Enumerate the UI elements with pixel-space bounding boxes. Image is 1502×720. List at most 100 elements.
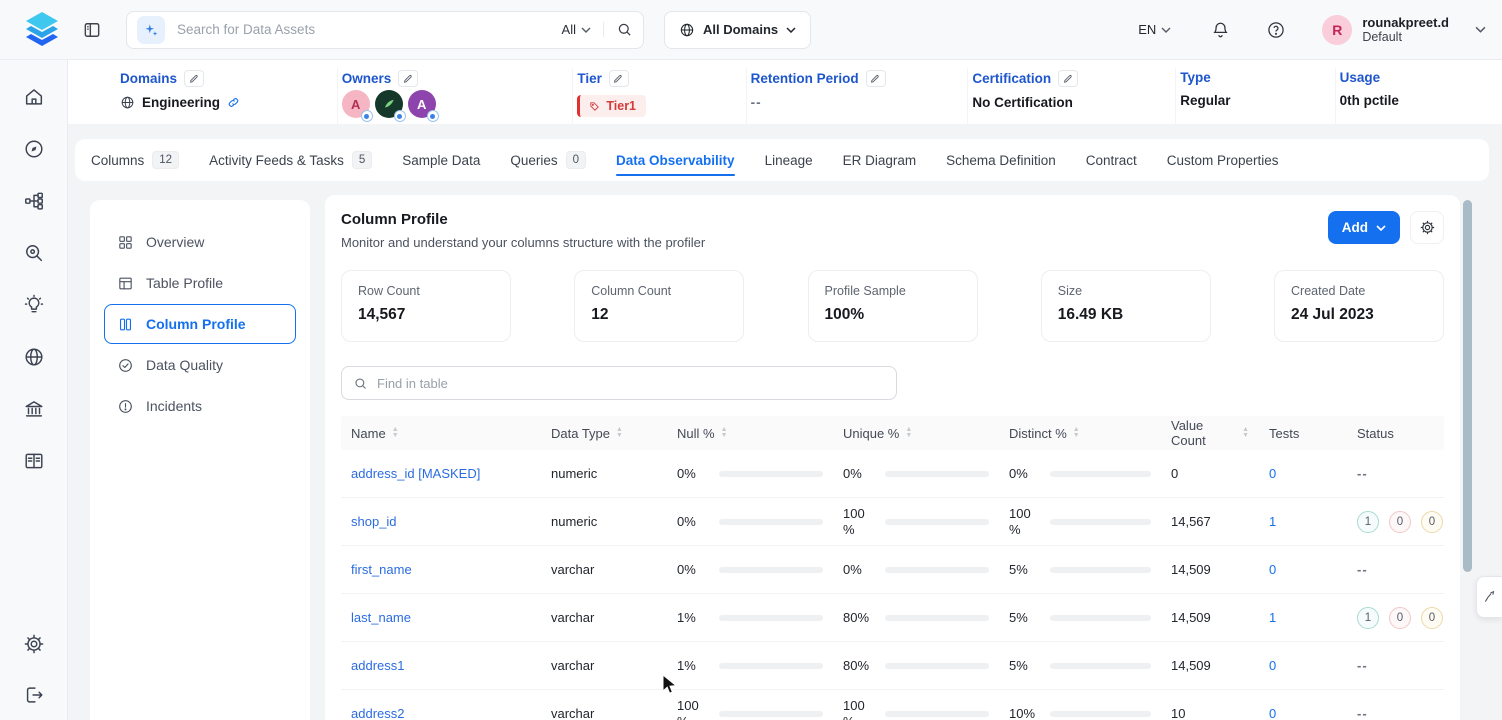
owners-avatars[interactable]: AA (342, 90, 563, 118)
search-scope-dropdown[interactable]: All (562, 22, 604, 37)
column-header-value-count[interactable]: Value Count ▲▼ (1161, 418, 1259, 448)
sort-icon[interactable]: ▲▼ (1242, 427, 1249, 439)
tier-tag[interactable]: Tier1 (577, 95, 646, 117)
entity-field-label[interactable]: Domains (120, 71, 177, 86)
edit-button[interactable] (1058, 70, 1078, 87)
edit-button[interactable] (609, 70, 629, 87)
find-in-table-input[interactable]: Find in table (341, 366, 897, 400)
column-name-link[interactable]: first_name (351, 562, 412, 577)
nav-label: Table Profile (146, 275, 223, 291)
sort-icon[interactable]: ▲▼ (1073, 427, 1080, 439)
status-empty: -- (1357, 706, 1368, 720)
sidebar-item-lineage[interactable] (23, 190, 45, 212)
search-icon[interactable] (616, 21, 633, 38)
edit-button[interactable] (398, 70, 418, 87)
tag-icon (589, 101, 600, 112)
column-name-link[interactable]: address1 (351, 658, 404, 673)
help-icon[interactable] (1266, 20, 1286, 40)
tab-schema-definition[interactable]: Schema Definition (946, 139, 1056, 181)
chevron-down-icon[interactable] (1475, 26, 1486, 33)
tests-count-link[interactable]: 1 (1269, 514, 1276, 529)
owner-avatar[interactable]: A (408, 90, 436, 118)
tests-count-link[interactable]: 0 (1269, 562, 1276, 577)
sidebar-item-home[interactable] (23, 86, 45, 108)
sidebar-toggle-icon[interactable] (82, 20, 102, 40)
column-name-link[interactable]: address2 (351, 706, 404, 720)
value-count-cell: 10 (1161, 700, 1259, 720)
notifications-bell-icon[interactable] (1211, 20, 1230, 40)
search-placeholder[interactable]: Search for Data Assets (177, 22, 562, 37)
column-header-null-[interactable]: Null %▲▼ (667, 426, 833, 441)
add-button[interactable]: Add (1328, 211, 1400, 244)
floating-edit-widget[interactable] (1476, 576, 1502, 618)
tab-contract[interactable]: Contract (1086, 139, 1137, 181)
owner-avatar[interactable] (375, 90, 403, 118)
profiler-nav-overview[interactable]: Overview (104, 222, 296, 262)
tab-columns[interactable]: Columns12 (91, 139, 179, 181)
tab-sample-data[interactable]: Sample Data (402, 139, 480, 181)
column-header-data-type[interactable]: Data Type▲▼ (541, 426, 667, 441)
column-name-link[interactable]: shop_id (351, 514, 397, 529)
sidebar-item-domains[interactable] (23, 346, 45, 368)
column-header-label: Value Count (1171, 418, 1236, 448)
user-menu[interactable]: rounakpreet.d Default (1362, 15, 1449, 45)
edit-button[interactable] (866, 70, 886, 87)
status-cell: -- (1347, 460, 1444, 487)
entity-field-label[interactable]: Retention Period (751, 71, 859, 86)
stat-value: 14,567 (358, 306, 494, 324)
entity-field-label[interactable]: Owners (342, 71, 392, 86)
sidebar-item-logout[interactable] (23, 684, 45, 706)
tests-count-link[interactable]: 0 (1269, 658, 1276, 673)
user-avatar[interactable]: R (1322, 15, 1352, 45)
tab-lineage[interactable]: Lineage (765, 139, 813, 181)
tab-activity-feeds-tasks[interactable]: Activity Feeds & Tasks5 (209, 139, 372, 181)
column-header-name[interactable]: Name▲▼ (341, 426, 541, 441)
column-header-unique-[interactable]: Unique %▲▼ (833, 426, 999, 441)
tab-custom-properties[interactable]: Custom Properties (1167, 139, 1279, 181)
tests-count-link[interactable]: 0 (1269, 706, 1276, 720)
owner-avatar[interactable]: A (342, 90, 370, 118)
entity-field-label[interactable]: Certification (972, 71, 1051, 86)
entity-field-label[interactable]: Type (1180, 70, 1211, 85)
entity-field-label[interactable]: Tier (577, 71, 602, 86)
tab-data-observability[interactable]: Data Observability (616, 139, 735, 181)
percent-value: 1% (677, 658, 711, 674)
tests-count-link[interactable]: 1 (1269, 610, 1276, 625)
entity-field-label[interactable]: Usage (1340, 70, 1381, 85)
sidebar-item-govern[interactable] (23, 398, 45, 420)
profiler-settings-button[interactable] (1410, 211, 1444, 244)
tests-count-link[interactable]: 0 (1269, 466, 1276, 481)
language-selector[interactable]: EN (1138, 22, 1171, 37)
data-type-cell: varchar (541, 700, 667, 720)
sidebar-item-settings[interactable] (23, 633, 45, 655)
vertical-scrollbar[interactable] (1463, 200, 1472, 572)
sidebar-item-insights[interactable] (23, 294, 45, 316)
profiler-nav-table-profile[interactable]: Table Profile (104, 263, 296, 303)
sort-icon[interactable]: ▲▼ (616, 427, 623, 439)
domain-value[interactable]: Engineering (120, 95, 327, 110)
chevron-down-icon (1161, 27, 1171, 33)
global-search-bar[interactable]: Search for Data Assets All (126, 11, 644, 49)
sort-icon[interactable]: ▲▼ (905, 427, 912, 439)
column-name-link[interactable]: last_name (351, 610, 411, 625)
app-logo-icon[interactable] (20, 10, 64, 50)
edit-button[interactable] (184, 70, 204, 87)
ai-sparkle-icon[interactable] (137, 16, 165, 44)
column-name-link[interactable]: address_id [MASKED] (351, 466, 480, 481)
profiler-nav-data-quality[interactable]: Data Quality (104, 345, 296, 385)
sidebar-item-observability[interactable] (23, 242, 45, 264)
sort-icon[interactable]: ▲▼ (392, 427, 399, 439)
profiler-nav-column-profile[interactable]: Column Profile (104, 304, 296, 344)
null-percent-cell: 100 % (667, 692, 833, 720)
tier-label: Tier1 (606, 99, 636, 113)
link-icon[interactable] (227, 96, 240, 109)
sort-icon[interactable]: ▲▼ (721, 427, 728, 439)
column-header-distinct-[interactable]: Distinct %▲▼ (999, 426, 1161, 441)
sidebar-item-explore[interactable] (23, 138, 45, 160)
tab-queries[interactable]: Queries0 (510, 139, 586, 181)
sidebar-item-glossary[interactable] (23, 450, 45, 472)
tab-er-diagram[interactable]: ER Diagram (843, 139, 917, 181)
percent-value: 100 % (677, 698, 711, 720)
all-domains-dropdown[interactable]: All Domains (664, 11, 811, 49)
profiler-nav-incidents[interactable]: Incidents (104, 386, 296, 426)
